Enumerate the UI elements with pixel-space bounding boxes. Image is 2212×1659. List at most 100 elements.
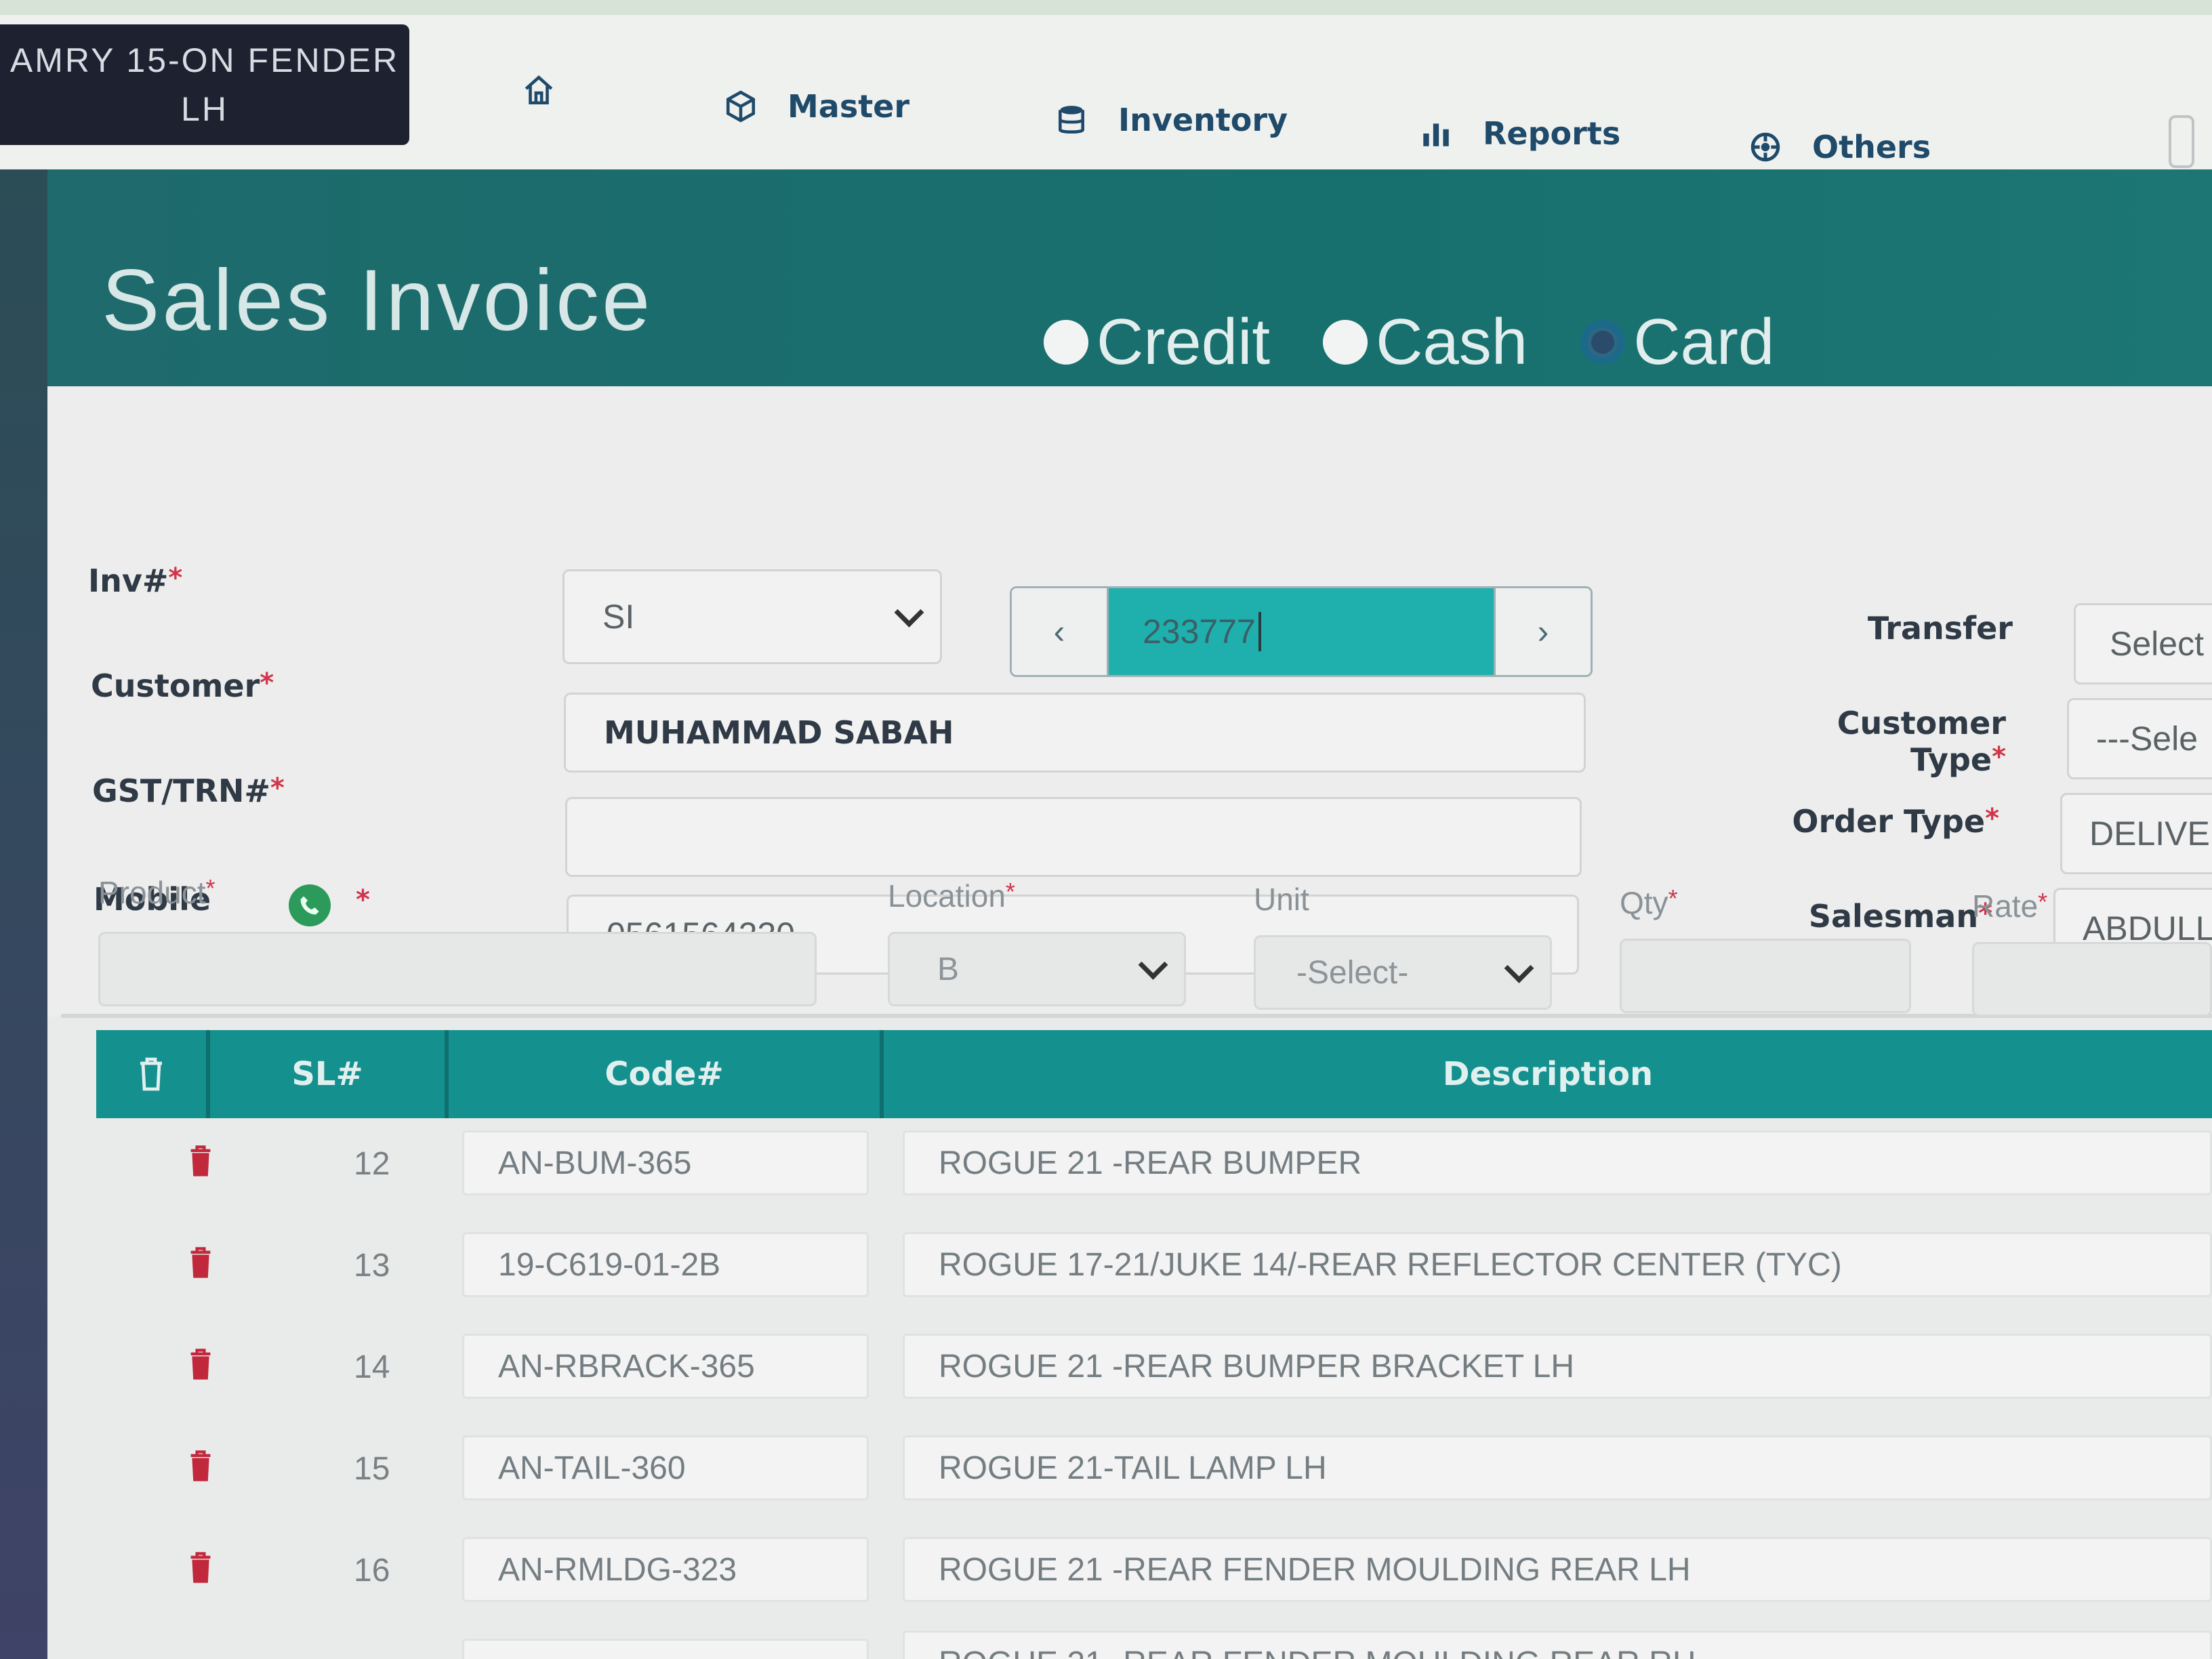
delete-row-icon[interactable] xyxy=(188,1450,213,1483)
inv-label-text: Inv# xyxy=(88,562,169,599)
delete-row-icon[interactable] xyxy=(188,1247,213,1279)
transfer-value: Select xyxy=(2110,625,2204,663)
location-label-text: Location xyxy=(888,878,1006,914)
required-mark: * xyxy=(270,773,285,804)
row-code-value: AN-TAIL-360 xyxy=(498,1450,686,1486)
th-description: Description xyxy=(884,1030,2212,1118)
required-mark: * xyxy=(1985,803,1999,834)
inv-prefix-select[interactable]: SI xyxy=(562,569,942,664)
nav-reports-label: Reports xyxy=(1483,115,1621,152)
product-label: Product* xyxy=(98,874,216,911)
row-code-value: AN-RBRACK-365 xyxy=(498,1348,755,1385)
sidebar-strip xyxy=(0,169,47,1659)
gst-input[interactable] xyxy=(565,797,1582,877)
required-mark: * xyxy=(1668,884,1678,912)
location-value: B xyxy=(937,951,960,987)
mobile-required: * xyxy=(356,884,370,921)
row-description[interactable]: ROGUE 17-21/JUKE 14/-REAR REFLECTOR CENT… xyxy=(903,1232,2212,1297)
unit-select[interactable]: -Select- xyxy=(1254,935,1552,1010)
nav-master-label: Master xyxy=(787,88,910,125)
delete-row-icon[interactable] xyxy=(188,1552,213,1584)
nav-inventory-label: Inventory xyxy=(1118,102,1288,138)
customer-type-select[interactable]: ---Sele xyxy=(2067,698,2212,779)
table-row: 14 AN-RBRACK-365 ROGUE 21 -REAR BUMPER B… xyxy=(96,1322,2212,1423)
table-row: ROGUE 21 -REAR FENDER MOULDING REAR RH xyxy=(96,1626,2212,1659)
row-description-value: ROGUE 21-TAIL LAMP LH xyxy=(939,1450,1327,1486)
qty-input[interactable] xyxy=(1620,939,1911,1013)
radio-cash-circle[interactable] xyxy=(1323,320,1368,365)
product-input[interactable] xyxy=(98,932,817,1006)
row-description[interactable]: ROGUE 21 -REAR FENDER MOULDING REAR LH xyxy=(903,1537,2212,1602)
next-invoice-button[interactable]: › xyxy=(1494,588,1591,675)
location-select[interactable]: B xyxy=(888,932,1186,1006)
radio-card[interactable]: Card xyxy=(1580,305,1774,380)
delete-row-icon[interactable] xyxy=(188,1349,213,1381)
transfer-label: Transfer xyxy=(1742,610,2013,647)
breadcrumb-badge[interactable]: AMRY 15-ON FENDER LH xyxy=(0,24,409,145)
nav-inventory[interactable]: Inventory xyxy=(1054,102,1288,138)
row-description[interactable]: ROGUE 21 -REAR BUMPER xyxy=(903,1130,2212,1195)
customer-label-text: Customer xyxy=(91,668,260,704)
location-label: Location* xyxy=(888,878,1015,914)
radio-credit[interactable]: Credit xyxy=(1044,305,1270,380)
nav-reports[interactable]: Reports xyxy=(1419,115,1620,152)
payment-type-group: Credit Cash Card xyxy=(1044,305,1774,380)
prev-invoice-button[interactable]: ‹ xyxy=(1012,588,1109,675)
unit-label-text: Unit xyxy=(1254,882,1309,917)
th-code-label: Code# xyxy=(605,1055,724,1093)
gst-label-text: GST/TRN# xyxy=(92,773,270,809)
required-mark: * xyxy=(260,668,274,699)
required-mark: * xyxy=(356,884,370,916)
th-code: Code# xyxy=(449,1030,884,1118)
trash-header-icon xyxy=(140,1057,162,1091)
unit-value: -Select- xyxy=(1296,954,1409,991)
nav-home[interactable] xyxy=(522,73,556,107)
inv-number-input[interactable]: 233777 xyxy=(1109,588,1494,675)
invoice-form: Inv#* Customer* GST/TRN#* Mobile * SI ‹ … xyxy=(47,386,2212,1017)
row-code[interactable]: AN-RMLDG-323 xyxy=(462,1537,869,1602)
row-code[interactable]: 19-C619-01-2B xyxy=(462,1232,869,1297)
row-code[interactable] xyxy=(462,1639,869,1659)
row-code[interactable]: AN-TAIL-360 xyxy=(462,1435,869,1500)
qty-label: Qty* xyxy=(1620,884,1678,921)
transfer-select[interactable]: Select xyxy=(2074,603,2212,684)
th-delete xyxy=(96,1030,210,1118)
customer-label: Customer* xyxy=(91,668,274,704)
user-menu-icon[interactable] xyxy=(2169,115,2194,168)
sales-invoice-panel: Sales Invoice Credit Cash Card Inv#* Cus… xyxy=(47,169,2212,1659)
whatsapp-icon[interactable] xyxy=(289,884,331,926)
customer-value: MUHAMMAD SABAH xyxy=(604,714,954,751)
nav-others[interactable]: Others xyxy=(1748,129,1931,165)
table-row: 15 AN-TAIL-360 ROGUE 21-TAIL LAMP LH xyxy=(96,1423,2212,1525)
table-row: 16 AN-RMLDG-323 ROGUE 21 -REAR FENDER MO… xyxy=(96,1525,2212,1626)
radio-credit-circle[interactable] xyxy=(1044,320,1088,365)
table-row: 12 AN-BUM-365 ROGUE 21 -REAR BUMPER xyxy=(96,1118,2212,1220)
radio-cash[interactable]: Cash xyxy=(1323,305,1528,380)
bar-chart-icon xyxy=(1423,123,1449,146)
rate-input[interactable] xyxy=(1972,942,2212,1017)
row-sl: 16 xyxy=(354,1553,390,1589)
inv-number-group: ‹ 233777 › xyxy=(1010,586,1593,677)
customer-input[interactable]: MUHAMMAD SABAH xyxy=(564,693,1586,773)
row-description[interactable]: ROGUE 21 -REAR BUMPER BRACKET LH xyxy=(903,1334,2212,1399)
page-title: Sales Invoice xyxy=(102,252,653,349)
home-icon xyxy=(525,75,553,105)
row-description-value: ROGUE 17-21/JUKE 14/-REAR REFLECTOR CENT… xyxy=(939,1246,1842,1283)
required-mark: * xyxy=(168,562,183,594)
table-row: 13 19-C619-01-2B ROGUE 17-21/JUKE 14/-RE… xyxy=(96,1220,2212,1322)
row-description-value: ROGUE 21 -REAR FENDER MOULDING REAR RH xyxy=(939,1645,1696,1659)
nav-master[interactable]: Master xyxy=(724,88,909,125)
delete-row-icon[interactable] xyxy=(188,1145,213,1178)
order-type-label-text: Order Type xyxy=(1792,803,1986,840)
transfer-label-text: Transfer xyxy=(1867,610,2013,647)
row-description-value: ROGUE 21 -REAR BUMPER xyxy=(939,1145,1362,1181)
row-code[interactable]: AN-BUM-365 xyxy=(462,1130,869,1195)
radio-card-circle[interactable] xyxy=(1580,320,1626,365)
nav-others-label: Others xyxy=(1812,129,1931,165)
row-code[interactable]: AN-RBRACK-365 xyxy=(462,1334,869,1399)
order-type-select[interactable]: DELIVE xyxy=(2060,793,2212,874)
row-description[interactable]: ROGUE 21-TAIL LAMP LH xyxy=(903,1435,2212,1500)
th-sl-label: SL# xyxy=(291,1055,363,1093)
required-mark: * xyxy=(2038,888,2048,916)
row-description[interactable]: ROGUE 21 -REAR FENDER MOULDING REAR RH xyxy=(903,1631,2212,1659)
